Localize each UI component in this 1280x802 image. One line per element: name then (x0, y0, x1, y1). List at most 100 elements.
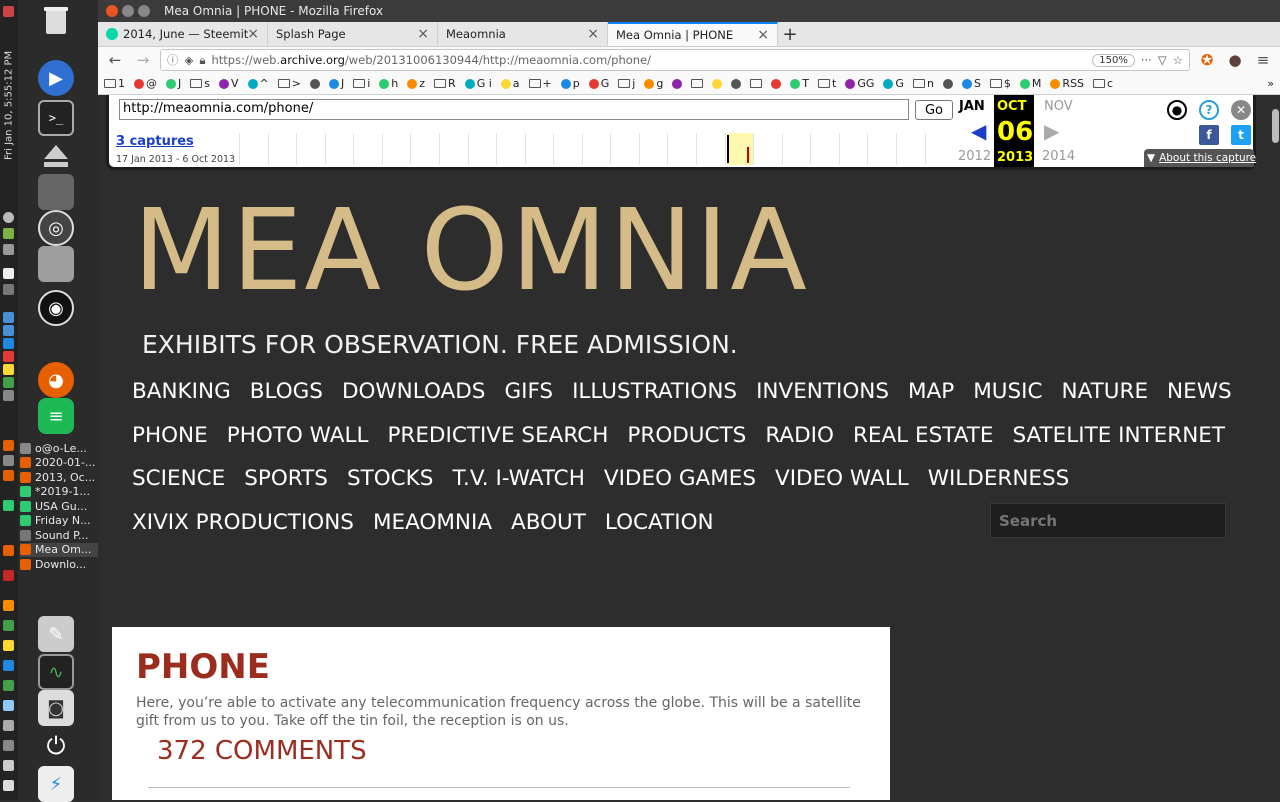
nav-link-illustrations[interactable]: ILLUSTRATIONS (572, 377, 737, 407)
nav-link-nature[interactable]: NATURE (1062, 377, 1149, 407)
info-icon[interactable]: ⓘ (167, 52, 179, 68)
indicator-icon[interactable] (3, 364, 14, 375)
indicator-icon[interactable] (3, 325, 14, 336)
tab[interactable]: Splash Page × (268, 22, 438, 46)
site-title[interactable]: MEA OMNIA (133, 195, 809, 307)
bookmark-item[interactable]: j (618, 77, 635, 90)
url-bar[interactable]: ⓘ ◈ 🔒︎ https://web.archive.org/web/20131… (160, 49, 1190, 71)
bookmark-item[interactable]: g (644, 77, 663, 90)
wayback-url-input[interactable]: http://meaomnia.com/phone/ (119, 99, 909, 120)
bookmark-item[interactable]: T (790, 77, 809, 90)
bookmark-item[interactable] (771, 78, 782, 89)
twitter-icon[interactable]: t (1231, 125, 1251, 145)
close-icon[interactable]: × (247, 26, 259, 42)
tab[interactable]: Meaomnia × (438, 22, 608, 46)
close-icon[interactable]: × (757, 27, 769, 43)
close-icon[interactable]: × (417, 26, 429, 42)
nav-link-phone[interactable]: PHONE (132, 421, 208, 451)
bookmark-item[interactable] (750, 79, 763, 88)
indicator-icon[interactable] (3, 720, 14, 731)
nav-link-map[interactable]: MAP (908, 377, 954, 407)
text-editor-icon[interactable]: ✎ (38, 616, 74, 652)
nav-link-banking[interactable]: BANKING (132, 377, 231, 407)
indicator-icon[interactable] (3, 545, 14, 556)
back-button[interactable]: ← (104, 49, 126, 71)
bookmark-item[interactable]: 1 (104, 77, 125, 90)
nav-link-gifs[interactable]: GIFS (504, 377, 553, 407)
bookmark-item[interactable]: $ (989, 77, 1011, 90)
zoom-indicator[interactable]: 150% (1092, 53, 1135, 67)
tab[interactable]: 2014, June — Steemit × (98, 22, 268, 46)
nav-link-location[interactable]: LOCATION (605, 508, 714, 538)
nav-link-inventions[interactable]: INVENTIONS (756, 377, 889, 407)
bookmark-item[interactable]: RSS (1050, 77, 1084, 90)
bookmark-item[interactable] (712, 78, 723, 89)
nav-link-predictive-search[interactable]: PREDICTIVE SEARCH (387, 421, 608, 451)
indicator-icon[interactable] (3, 780, 14, 791)
minimize-window-button[interactable] (122, 5, 134, 17)
forward-button[interactable]: → (132, 49, 154, 71)
nav-link-real-estate[interactable]: REAL ESTATE (853, 421, 994, 451)
scrollbar-thumb[interactable] (1272, 109, 1279, 143)
indicator-icon[interactable] (3, 600, 14, 611)
window-item[interactable]: 2013, Oc... (20, 470, 98, 485)
nav-link-t-v-i-watch[interactable]: T.V. I-WATCH (452, 464, 584, 494)
tab-active[interactable]: Mea Omnia | PHONE × (608, 22, 778, 46)
new-tab-button[interactable]: + (778, 22, 802, 46)
bookmark-item[interactable]: G i (464, 77, 492, 90)
indicator-icon[interactable] (3, 455, 14, 466)
app-icon[interactable]: ⚡ (38, 766, 74, 802)
files-icon[interactable] (38, 246, 74, 282)
captures-link[interactable]: 3 captures (116, 134, 194, 149)
nav-link-stocks[interactable]: STOCKS (347, 464, 433, 494)
bookmark-item[interactable]: J (328, 77, 344, 90)
window-item[interactable]: 2020-01-... (20, 456, 98, 471)
bookmark-item[interactable]: a (500, 77, 520, 90)
obs-icon[interactable]: ◉ (38, 290, 74, 326)
nav-link-xivix-productions[interactable]: XIVIX PRODUCTIONS (132, 508, 354, 538)
bookmark-item[interactable]: GG (845, 77, 874, 90)
bookmark-item[interactable]: G (883, 77, 904, 90)
camera-icon[interactable]: ◙ (38, 690, 74, 726)
maximize-window-button[interactable] (138, 5, 150, 17)
nav-link-satelite-internet[interactable]: SATELITE INTERNET (1012, 421, 1225, 451)
software-center-icon[interactable]: ◎ (38, 210, 74, 246)
nav-link-news[interactable]: NEWS (1167, 377, 1232, 407)
bookmark-item[interactable] (672, 78, 683, 89)
window-item[interactable]: *2019-1... (20, 485, 98, 500)
capture-mark[interactable] (727, 135, 729, 163)
bookmark-item[interactable] (309, 78, 320, 89)
player-icon[interactable]: ▶ (38, 60, 74, 96)
bookmark-item[interactable]: t (818, 77, 836, 90)
indicator-icon[interactable] (3, 268, 14, 279)
bookmark-item[interactable]: M (1019, 77, 1041, 90)
firefox-icon[interactable]: ◕ (38, 362, 74, 398)
about-capture-button[interactable]: ▼ About this capture (1144, 149, 1256, 167)
power-icon[interactable]: ⏻ (38, 728, 74, 764)
bookmark-item[interactable]: z (407, 77, 425, 90)
prev-capture-arrow-icon[interactable]: ◀ (971, 119, 986, 143)
more-bookmarks-icon[interactable]: » (1267, 77, 1274, 90)
scanner-icon[interactable] (38, 174, 74, 210)
window-item[interactable]: Downlo... (20, 557, 98, 572)
scrollbar[interactable] (1270, 95, 1280, 800)
trash-icon[interactable] (38, 2, 74, 38)
more-icon[interactable]: ··· (1141, 53, 1152, 67)
prev-month[interactable]: JAN (959, 99, 985, 114)
battery-icon[interactable] (3, 244, 14, 255)
indicator-icon[interactable] (3, 351, 14, 362)
bookmark-item[interactable]: p (560, 77, 580, 90)
terminal-icon[interactable]: >_ (38, 100, 74, 136)
indicator-icon[interactable] (3, 570, 14, 581)
capture-sparkline[interactable] (239, 133, 953, 165)
bookmark-item[interactable]: + (528, 77, 552, 90)
indicator-icon[interactable] (3, 620, 14, 631)
nav-link-science[interactable]: SCIENCE (132, 464, 225, 494)
nav-link-products[interactable]: PRODUCTS (627, 421, 746, 451)
indicator-icon[interactable] (3, 377, 14, 388)
shield-icon[interactable]: ◈ (185, 53, 194, 67)
window-item[interactable]: Friday N... (20, 514, 98, 529)
bookmark-star-icon[interactable]: ☆ (1173, 53, 1183, 67)
bookmark-item[interactable]: V (218, 77, 239, 90)
go-button[interactable]: Go (915, 100, 953, 120)
